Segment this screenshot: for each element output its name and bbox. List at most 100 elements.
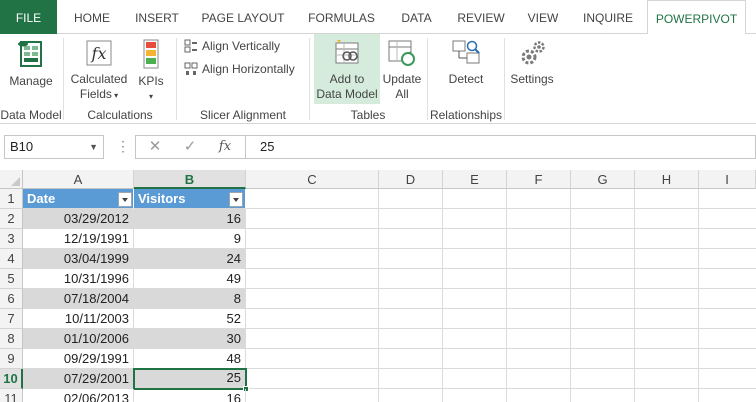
row-header[interactable]: 2 bbox=[0, 209, 23, 229]
manage-label: Manage bbox=[9, 74, 53, 88]
table-cell-date[interactable]: 01/10/2006 bbox=[23, 329, 134, 349]
table-cell-date[interactable]: 10/31/1996 bbox=[23, 269, 134, 289]
kpis-label: KPIs bbox=[138, 74, 164, 88]
chevron-down-icon[interactable]: ▼ bbox=[89, 136, 98, 158]
row-header[interactable]: 3 bbox=[0, 229, 23, 249]
table-cell-visitors[interactable]: 24 bbox=[134, 249, 246, 269]
group-label-data-model: Data Model bbox=[0, 108, 62, 122]
name-box-value: B10 bbox=[10, 139, 34, 154]
calculated-fields-label-2: Fields bbox=[79, 87, 112, 101]
empty-cells-area[interactable] bbox=[246, 189, 756, 402]
row-header[interactable]: 6 bbox=[0, 289, 23, 309]
table-cell-visitors[interactable]: 8 bbox=[134, 289, 246, 309]
insert-function-icon[interactable]: fx bbox=[208, 136, 242, 158]
table-cell-date[interactable]: 02/06/2013 bbox=[23, 389, 134, 402]
align-horizontally-button[interactable]: Align Horizontally bbox=[184, 60, 295, 78]
detect-button[interactable]: Detect bbox=[440, 38, 492, 104]
row-header[interactable]: 11 bbox=[0, 389, 23, 402]
column-header-c[interactable]: C bbox=[246, 170, 379, 189]
more-options-icon[interactable]: ⋮ bbox=[116, 138, 130, 155]
group-label-slicer-alignment: Slicer Alignment bbox=[199, 108, 287, 122]
name-box[interactable]: B10 ▼ bbox=[4, 135, 104, 159]
table-cell-visitors[interactable]: 16 bbox=[134, 209, 246, 229]
detect-label: Detect bbox=[448, 72, 484, 86]
row-header[interactable]: 7 bbox=[0, 309, 23, 329]
column-header-b[interactable]: B bbox=[134, 170, 246, 189]
align-vertically-button[interactable]: Align Vertically bbox=[184, 37, 280, 55]
filter-dropdown-icon[interactable] bbox=[118, 192, 132, 207]
tab-review[interactable]: REVIEW bbox=[450, 0, 512, 34]
column-header-i[interactable]: I bbox=[699, 170, 756, 189]
chevron-down-icon: ▾ bbox=[111, 91, 119, 100]
refresh-table-icon bbox=[388, 40, 415, 66]
column-header-a[interactable]: A bbox=[23, 170, 134, 189]
settings-label: Settings bbox=[510, 72, 554, 86]
add-table-to-model-icon bbox=[335, 40, 359, 64]
table-cell-visitors[interactable]: 52 bbox=[134, 309, 246, 329]
column-header-e[interactable]: E bbox=[443, 170, 507, 189]
calculated-fields-button[interactable]: fx Calculated Fields ▾ bbox=[68, 38, 130, 104]
tab-home[interactable]: HOME bbox=[63, 0, 121, 34]
select-all-corner[interactable] bbox=[0, 170, 23, 189]
fx-icon: fx bbox=[86, 40, 112, 66]
table-cell-visitors[interactable]: 9 bbox=[134, 229, 246, 249]
tab-formulas[interactable]: FORMULAS bbox=[300, 0, 383, 34]
row-header[interactable]: 8 bbox=[0, 329, 23, 349]
tab-inquire[interactable]: INQUIRE bbox=[574, 0, 642, 34]
table-cell-date[interactable]: 03/29/2012 bbox=[23, 209, 134, 229]
update-all-label-1: Update bbox=[382, 72, 422, 86]
calculated-fields-label-1: Calculated bbox=[70, 72, 128, 86]
table-cell-visitors[interactable]: 49 bbox=[134, 269, 246, 289]
formula-input[interactable]: 25 bbox=[245, 135, 756, 159]
add-to-data-model-button[interactable]: Add to Data Model bbox=[314, 34, 380, 104]
table-cell-date[interactable]: 12/19/1991 bbox=[23, 229, 134, 249]
tab-view[interactable]: VIEW bbox=[518, 0, 568, 34]
table-cell-date[interactable]: 09/29/1991 bbox=[23, 349, 134, 369]
tab-file[interactable]: FILE bbox=[0, 0, 57, 34]
table-cell-visitors[interactable]: 30 bbox=[134, 329, 246, 349]
row-header-selected[interactable]: 10 bbox=[0, 369, 23, 389]
add-to-data-model-label-1: Add to bbox=[329, 72, 365, 86]
worksheet-grid: A B C D E F G H I 1 2 3 4 5 6 7 8 9 10 1… bbox=[0, 170, 756, 402]
detect-relationships-icon bbox=[452, 40, 480, 64]
update-all-button[interactable]: Update All bbox=[380, 38, 424, 104]
manage-button[interactable]: Manage bbox=[4, 38, 58, 104]
row-header[interactable]: 5 bbox=[0, 269, 23, 289]
table-cell-visitors[interactable]: 48 bbox=[134, 349, 246, 369]
filter-dropdown-icon[interactable] bbox=[229, 192, 243, 207]
align-horizontally-label: Align Horizontally bbox=[202, 62, 295, 76]
table-cell-date[interactable]: 07/29/2001 bbox=[23, 369, 134, 389]
column-header-g[interactable]: G bbox=[571, 170, 635, 189]
gear-icon bbox=[521, 41, 545, 65]
align-vertically-label: Align Vertically bbox=[202, 39, 281, 53]
kpis-button[interactable]: KPIs ▾ bbox=[134, 38, 168, 104]
active-cell-b10[interactable]: 25 bbox=[133, 368, 247, 390]
ribbon-tab-bar: FILE HOME INSERT PAGE LAYOUT FORMULAS DA… bbox=[0, 0, 756, 35]
column-header-f[interactable]: F bbox=[507, 170, 571, 189]
tab-page-layout[interactable]: PAGE LAYOUT bbox=[193, 0, 293, 34]
formula-bar-buttons: ✕ ✓ fx bbox=[135, 135, 245, 159]
cancel-entry-icon[interactable]: ✕ bbox=[138, 136, 172, 158]
kpi-traffic-light-icon bbox=[143, 39, 159, 69]
group-divider bbox=[504, 38, 505, 120]
table-header-date-label: Date bbox=[27, 191, 56, 206]
table-cell-date[interactable]: 03/04/1999 bbox=[23, 249, 134, 269]
group-label-relationships: Relationships bbox=[429, 108, 503, 122]
group-label-tables: Tables bbox=[350, 108, 386, 122]
table-cell-date[interactable]: 07/18/2004 bbox=[23, 289, 134, 309]
row-header[interactable]: 4 bbox=[0, 249, 23, 269]
row-header[interactable]: 1 bbox=[0, 189, 23, 209]
powerpivot-manage-icon bbox=[18, 41, 42, 67]
ribbon: Manage Data Model fx Calculated Fields ▾… bbox=[0, 34, 756, 124]
tab-powerpivot[interactable]: POWERPIVOT bbox=[647, 0, 746, 35]
column-header-h[interactable]: H bbox=[635, 170, 699, 189]
group-label-calculations: Calculations bbox=[87, 108, 153, 122]
table-cell-visitors[interactable]: 16 bbox=[134, 389, 246, 402]
row-header[interactable]: 9 bbox=[0, 349, 23, 369]
confirm-entry-icon[interactable]: ✓ bbox=[173, 136, 207, 158]
table-cell-date[interactable]: 10/11/2003 bbox=[23, 309, 134, 329]
tab-data[interactable]: DATA bbox=[390, 0, 443, 34]
column-header-d[interactable]: D bbox=[379, 170, 443, 189]
tab-insert[interactable]: INSERT bbox=[127, 0, 187, 34]
settings-button[interactable]: Settings bbox=[508, 38, 556, 104]
